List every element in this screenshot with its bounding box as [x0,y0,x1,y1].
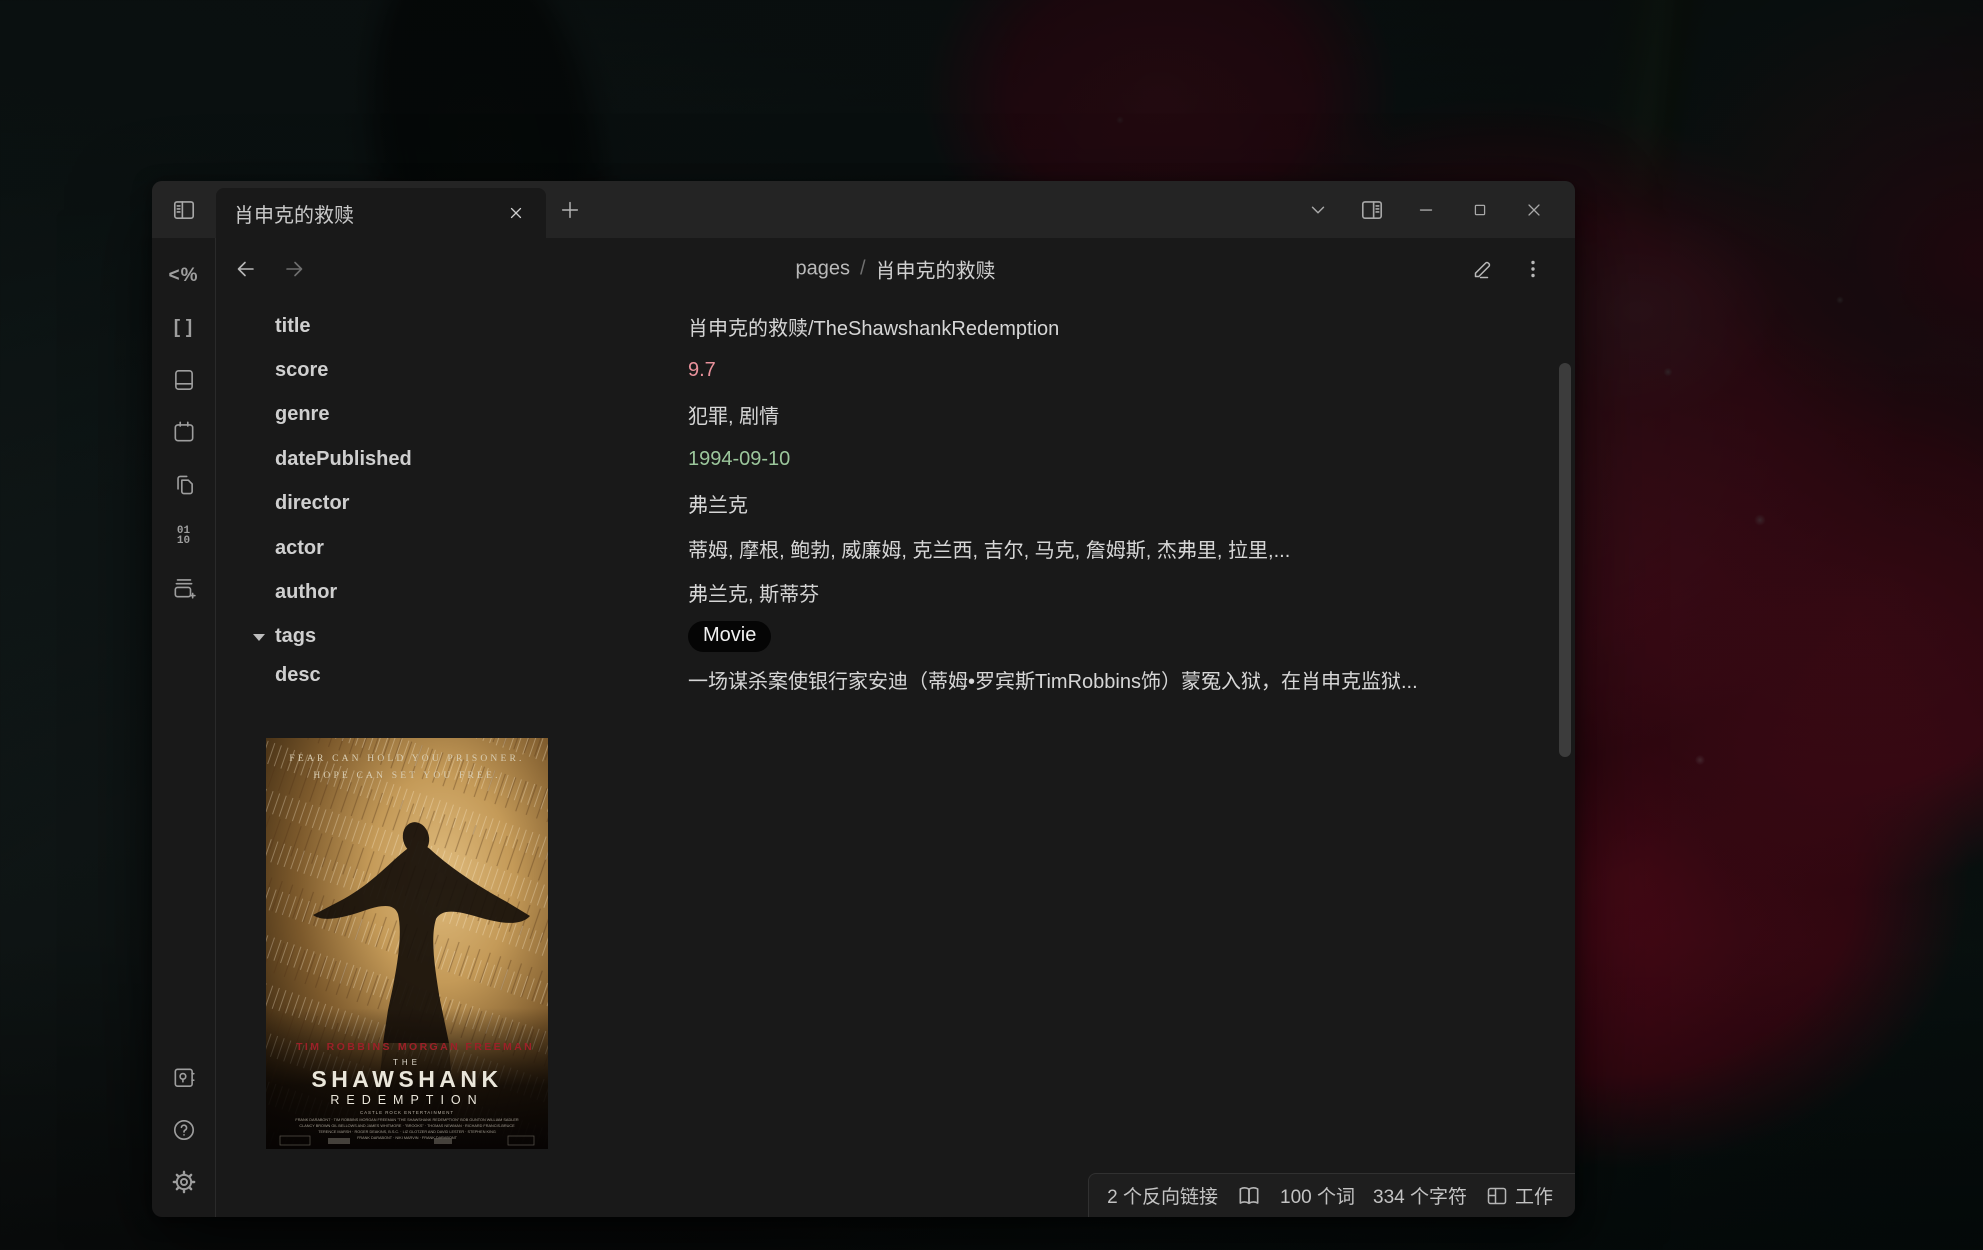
poster-studio: CASTLE ROCK ENTERTAINMENT [360,1110,454,1115]
card-add-icon[interactable] [163,567,205,609]
poster-credits-1: FRANK DARABONT · TIM ROBBINS MORGAN FREE… [295,1118,518,1122]
attribute-value[interactable]: 一场谋杀案使银行家安迪（蒂姆•罗宾斯TimRobbins饰）蒙冤入狱，在肖申克监… [688,664,1418,700]
toggle-right-dock-icon[interactable] [1345,181,1399,238]
breadcrumb-separator: / [860,258,866,281]
attribute-value[interactable]: 犯罪, 剧情 [688,400,779,429]
binary-flashcard-icon[interactable]: 0110 [163,515,205,557]
attribute-key[interactable]: tags [275,625,688,648]
close-icon[interactable] [1507,181,1561,238]
attribute-row: director 弗兰克 [275,482,1575,526]
attribute-key[interactable]: genre [275,403,688,426]
attribute-value[interactable]: 弗兰克, 斯蒂芬 [688,578,819,607]
poster-credits-2: CLANCY BROWN GIL BELLOWS AND JAMES WHITM… [299,1124,515,1128]
breadcrumb-document[interactable]: 肖申克的救赎 [876,255,996,284]
tab-title: 肖申克的救赎 [234,199,500,228]
left-dock: <% [ ] [152,238,216,1217]
poster-credits-3: TERENCE MARSH · ROGER DEAKINS, B.S.C. · … [318,1130,496,1134]
maximize-icon[interactable] [1453,181,1507,238]
poster-title-main: SHAWSHANK [311,1066,502,1092]
tab-bar: 肖申克的救赎 [152,181,1575,238]
breadcrumb: pages / 肖申克的救赎 [795,255,995,284]
attribute-row: title 肖申克的救赎/TheShawshankRedemption [275,304,1575,348]
word-count: 100 个词 [1280,1182,1355,1209]
notebook-icon[interactable] [163,359,205,401]
attribute-key[interactable]: director [275,492,688,515]
chevron-down-icon[interactable] [1291,181,1345,238]
attribute-key[interactable]: score [275,359,688,382]
attribute-value[interactable]: 弗兰克 [688,489,748,518]
back-arrow-icon[interactable] [228,251,264,287]
vertical-scrollbar[interactable] [1559,363,1571,757]
copy-documents-icon[interactable] [163,463,205,505]
calendar-icon[interactable] [163,411,205,453]
toggle-left-dock-icon[interactable] [152,181,216,238]
attribute-row: datePublished 1994-09-10 [275,437,1575,481]
app-window: 肖申克的救赎 [152,181,1575,1217]
bracket-icon[interactable]: [ ] [163,307,205,349]
document-tab[interactable]: 肖申克的救赎 [216,188,546,238]
collapse-arrow-icon[interactable] [253,634,265,641]
breadcrumb-bar: pages / 肖申克的救赎 [216,238,1575,300]
editor-area: pages / 肖申克的救赎 [216,238,1575,1217]
window-controls [1291,181,1575,238]
attribute-row: genre 犯罪, 剧情 [275,393,1575,437]
edit-pencil-icon[interactable] [1465,251,1501,287]
attribute-row: tags Movie [275,615,1575,659]
attribute-value[interactable]: 1994-09-10 [688,448,790,471]
attribute-row: author 弗兰克, 斯蒂芬 [275,570,1575,614]
poster-cast-left: TIM ROBBINS [296,1041,392,1053]
attribute-value[interactable]: 9.7 [688,359,716,382]
attribute-table: title 肖申克的救赎/TheShawshankRedemption scor… [275,304,1575,704]
tab-close-icon[interactable] [500,197,532,229]
attribute-row: actor 蒂姆, 摩根, 鲍勃, 威廉姆, 克兰西, 吉尔, 马克, 詹姆斯,… [275,526,1575,570]
character-count: 334 个字符 [1373,1182,1467,1209]
attribute-key[interactable]: desc [275,664,688,687]
backlinks-count[interactable]: 2 个反向链接 [1107,1182,1218,1209]
attribute-row: desc 一场谋杀案使银行家安迪（蒂姆•罗宾斯TimRobbins饰）蒙冤入狱，… [275,659,1575,703]
minimize-icon[interactable] [1399,181,1453,238]
poster-tagline-1: FEAR CAN HOLD YOU PRISONER. [289,754,524,764]
attribute-row: score 9.7 [275,348,1575,392]
attribute-key[interactable]: title [275,315,688,338]
poster-tagline-2: HOPE CAN SET YOU FREE. [313,771,500,781]
attribute-key[interactable]: actor [275,537,688,560]
workspace-icon [1485,1184,1509,1208]
breadcrumb-notebook[interactable]: pages [795,258,850,281]
safe-lock-icon[interactable] [163,1057,205,1099]
help-icon[interactable] [163,1109,205,1151]
workspace-switcher[interactable]: 工作 [1485,1182,1553,1209]
poster-title-sub: REDEMPTION [330,1093,483,1107]
template-icon[interactable]: <% [163,255,205,297]
attribute-key[interactable]: datePublished [275,448,688,471]
new-tab-plus-icon[interactable] [546,181,594,238]
poster-cast-right: MORGAN FREEMAN [398,1041,534,1053]
book-open-icon[interactable] [1236,1183,1262,1209]
forward-arrow-icon[interactable] [276,251,312,287]
attribute-value[interactable]: Movie [688,621,771,652]
attribute-value[interactable]: 蒂姆, 摩根, 鲍勃, 威廉姆, 克兰西, 吉尔, 马克, 詹姆斯, 杰弗里, … [688,534,1290,563]
settings-gear-icon[interactable] [163,1161,205,1203]
movie-poster-image[interactable]: FEAR CAN HOLD YOU PRISONER. HOPE CAN SET… [266,738,1575,1149]
attribute-value[interactable]: 肖申克的救赎/TheShawshankRedemption [688,312,1059,341]
attribute-key[interactable]: author [275,581,688,604]
status-bar: 2 个反向链接 100 个词 334 个字符 [1088,1173,1575,1217]
more-kebab-icon[interactable] [1515,251,1551,287]
